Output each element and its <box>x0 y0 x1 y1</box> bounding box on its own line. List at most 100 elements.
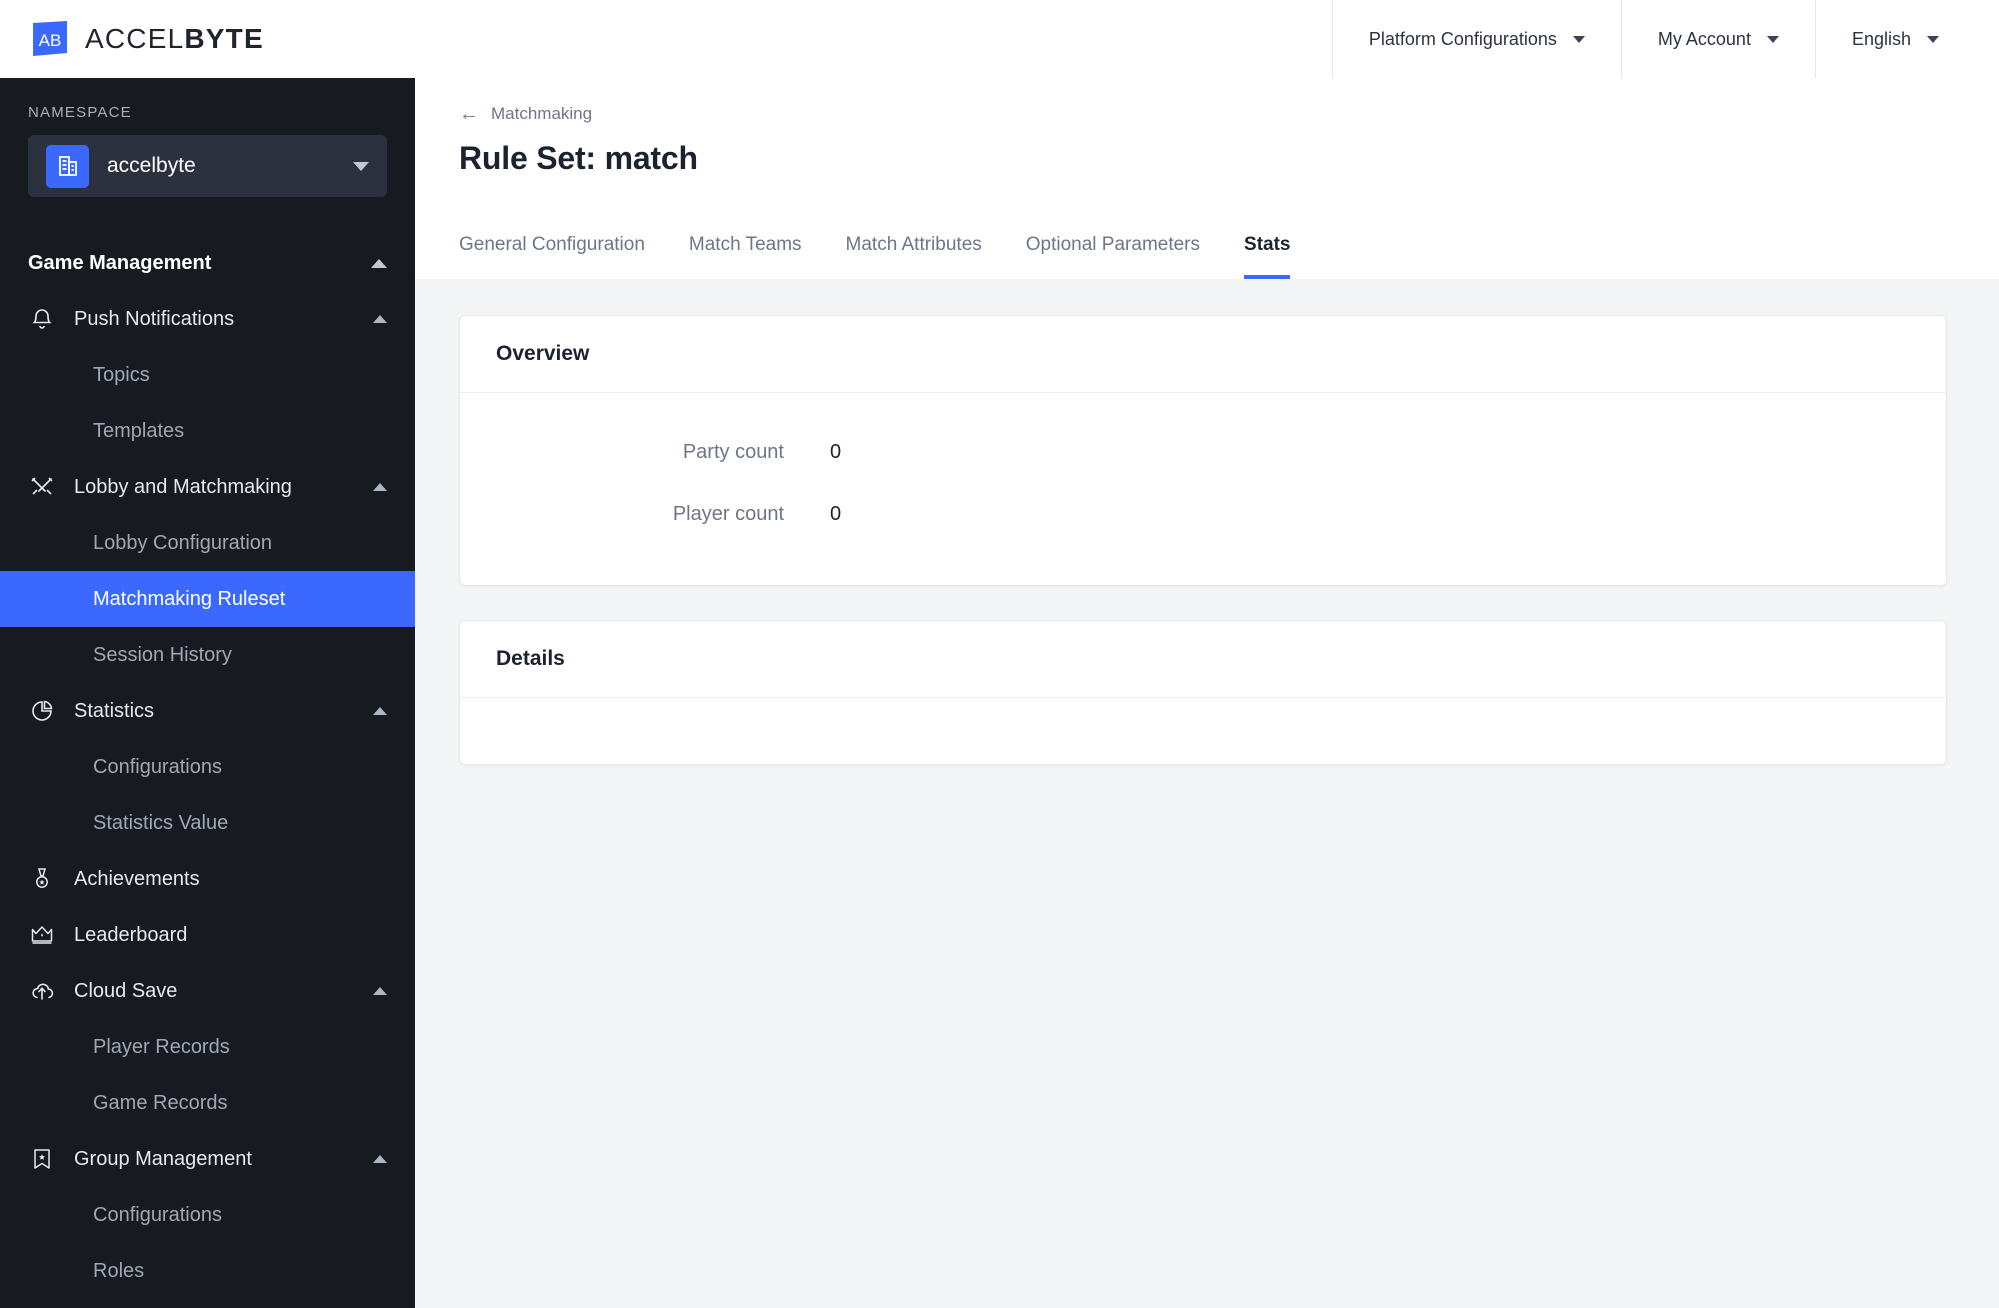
stat-row-player-count: Player count 0 <box>496 483 1910 545</box>
chevron-down-icon <box>1927 35 1939 43</box>
sidebar-item-player-records[interactable]: Player Records <box>0 1019 415 1075</box>
sidebar-item-statistics-configurations[interactable]: Configurations <box>0 739 415 795</box>
tab-label: Optional Parameters <box>1025 234 1201 255</box>
language-label: English <box>1851 28 1911 49</box>
sidebar-group-cloud-save[interactable]: Cloud Save <box>0 963 415 1019</box>
top-header-bar: AB ACCELBYTE Platform Configurations My … <box>0 0 1999 78</box>
tab-stats[interactable]: Stats <box>1244 234 1291 279</box>
sidebar-group-label: Group Management <box>74 1147 252 1170</box>
language-menu[interactable]: English <box>1814 0 1999 78</box>
sidebar-item-label: Player Records <box>93 1035 230 1058</box>
chevron-up-icon <box>373 483 387 491</box>
overview-card-body: Party count 0 Player count 0 <box>460 393 1946 585</box>
medal-icon <box>28 865 56 893</box>
chevron-down-icon <box>1572 35 1585 43</box>
chevron-up-icon <box>373 707 387 715</box>
sidebar-item-session-history[interactable]: Session History <box>0 627 415 683</box>
namespace-selector[interactable]: accelbyte <box>28 135 387 197</box>
my-account-menu[interactable]: My Account <box>1620 0 1815 78</box>
tab-match-teams[interactable]: Match Teams <box>689 234 802 279</box>
stat-label: Party count <box>682 440 784 463</box>
sidebar-item-roles[interactable]: Roles <box>0 1243 415 1299</box>
crossed-swords-icon <box>28 473 56 501</box>
tab-label: Match Attributes <box>845 234 982 255</box>
sidebar-item-label: Configurations <box>93 755 222 778</box>
accelbyte-ab-logo-icon: AB <box>30 19 70 59</box>
chevron-up-icon <box>373 987 387 995</box>
sidebar-group-label: Cloud Save <box>74 979 178 1002</box>
sidebar-group-label: Lobby and Matchmaking <box>74 475 292 498</box>
tab-general-configuration[interactable]: General Configuration <box>459 234 645 279</box>
chevron-up-icon <box>373 1155 387 1163</box>
sidebar-section-label: Game Management <box>28 251 212 274</box>
stat-label: Player count <box>672 502 784 525</box>
sidebar-group-label: Push Notifications <box>74 307 235 330</box>
brand-logo[interactable]: AB ACCELBYTE <box>0 0 264 78</box>
sidebar-item-lobby-configuration[interactable]: Lobby Configuration <box>0 515 415 571</box>
content-area: Overview Party count 0 Player count 0 De… <box>415 279 1999 765</box>
sidebar-group-group-management[interactable]: Group Management <box>0 1131 415 1187</box>
sidebar-item-label: Configurations <box>93 1203 222 1226</box>
stat-value: 0 <box>830 440 842 463</box>
sidebar-group-push-notifications[interactable]: Push Notifications <box>0 291 415 347</box>
sidebar-item-statistics-value[interactable]: Statistics Value <box>0 795 415 851</box>
main-content: ← Matchmaking Rule Set: match General Co… <box>415 78 1999 1308</box>
chevron-up-icon <box>373 315 387 323</box>
arrow-left-icon: ← <box>459 103 479 125</box>
overview-card: Overview Party count 0 Player count 0 <box>459 315 1947 586</box>
sidebar-group-statistics[interactable]: Statistics <box>0 683 415 739</box>
sidebar-group-label: Achievements <box>74 867 200 890</box>
tab-match-attributes[interactable]: Match Attributes <box>846 234 982 279</box>
tab-optional-parameters[interactable]: Optional Parameters <box>1026 234 1200 279</box>
bell-icon <box>28 305 56 333</box>
svg-text:AB: AB <box>39 31 62 50</box>
stat-row-party-count: Party count 0 <box>496 421 1910 483</box>
tab-bar: General Configuration Match Teams Match … <box>459 219 1291 279</box>
tab-label: General Configuration <box>459 234 645 255</box>
platform-configurations-label: Platform Configurations <box>1368 28 1557 49</box>
chevron-up-icon <box>371 258 387 268</box>
top-nav: Platform Configurations My Account Engli… <box>1331 0 1999 78</box>
sidebar-group-achievements[interactable]: Achievements <box>0 851 415 907</box>
stat-value: 0 <box>830 502 842 525</box>
sidebar-group-leaderboard[interactable]: Leaderboard <box>0 907 415 963</box>
sidebar-item-label: Lobby Configuration <box>93 531 273 554</box>
sidebar-section-game-management[interactable]: Game Management <box>0 235 415 291</box>
my-account-label: My Account <box>1657 28 1751 49</box>
details-card-title: Details <box>460 621 1946 698</box>
page-title: Rule Set: match <box>459 140 698 176</box>
tab-label: Match Teams <box>688 234 802 255</box>
pie-chart-icon <box>28 697 56 725</box>
brand-wordmark: ACCELBYTE <box>85 23 264 54</box>
sidebar-item-matchmaking-ruleset[interactable]: Matchmaking Ruleset <box>0 571 415 627</box>
sidebar-item-label: Game Records <box>93 1091 228 1114</box>
details-card: Details <box>459 620 1947 765</box>
cloud-upload-icon <box>28 977 56 1005</box>
sidebar: NAMESPACE accelbyte Game Management Push… <box>0 78 415 1308</box>
chevron-down-icon <box>1766 35 1779 43</box>
tab-label: Stats <box>1244 234 1291 255</box>
sidebar-item-group-configurations[interactable]: Configurations <box>0 1187 415 1243</box>
breadcrumb-label: Matchmaking <box>491 104 593 123</box>
sidebar-group-lobby-and-matchmaking[interactable]: Lobby and Matchmaking <box>0 459 415 515</box>
sidebar-item-topics[interactable]: Topics <box>0 347 415 403</box>
sidebar-group-label: Statistics <box>74 699 155 722</box>
breadcrumb[interactable]: ← Matchmaking <box>459 104 592 124</box>
overview-card-title: Overview <box>460 316 1946 393</box>
sidebar-item-label: Roles <box>93 1259 145 1282</box>
sidebar-item-label: Session History <box>93 643 232 666</box>
sidebar-item-game-records[interactable]: Game Records <box>0 1075 415 1131</box>
sidebar-item-label: Templates <box>93 419 185 442</box>
sidebar-item-templates[interactable]: Templates <box>0 403 415 459</box>
building-icon <box>46 144 89 188</box>
namespace-value: accelbyte <box>107 154 196 177</box>
crown-icon <box>28 921 56 949</box>
chevron-down-icon <box>353 161 369 171</box>
sidebar-group-label: Leaderboard <box>74 923 188 946</box>
namespace-label: NAMESPACE <box>28 104 132 121</box>
banner-star-icon <box>28 1145 56 1173</box>
sidebar-item-label: Topics <box>93 363 150 386</box>
page-header: ← Matchmaking Rule Set: match General Co… <box>415 78 1999 279</box>
platform-configurations-menu[interactable]: Platform Configurations <box>1331 0 1621 78</box>
sidebar-item-label: Statistics Value <box>93 811 229 834</box>
